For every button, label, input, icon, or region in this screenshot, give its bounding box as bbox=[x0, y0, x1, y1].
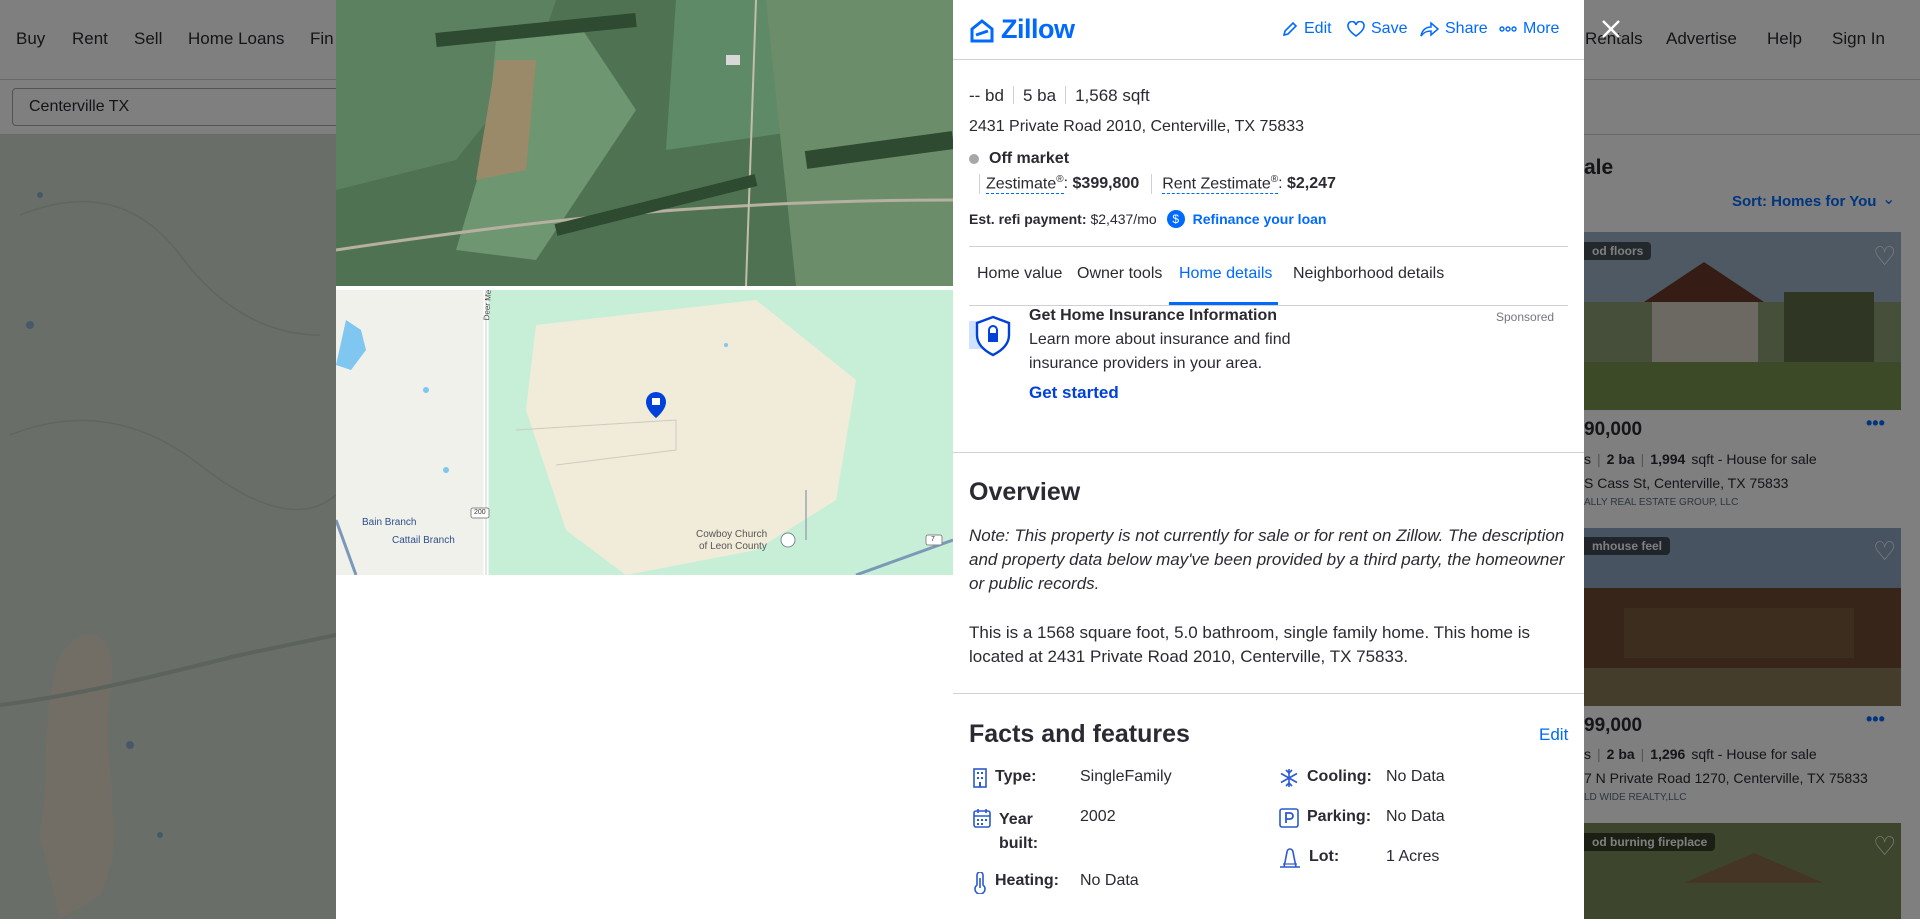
fact-year-built: Year built: bbox=[973, 808, 1038, 856]
section-divider bbox=[953, 452, 1584, 453]
satellite-photo[interactable] bbox=[336, 0, 953, 286]
fact-parking: Parking: bbox=[1279, 808, 1371, 828]
heart-icon bbox=[1347, 21, 1365, 37]
tab-home-value[interactable]: Home value bbox=[977, 265, 1062, 283]
edit-button[interactable]: Edit bbox=[1282, 20, 1332, 38]
close-button[interactable] bbox=[1596, 14, 1626, 44]
fact-cooling-value: No Data bbox=[1386, 768, 1445, 785]
facts-edit-link[interactable]: Edit bbox=[1539, 725, 1568, 745]
detail-tabs: Home value Owner tools Home details Neig… bbox=[969, 246, 1568, 306]
building-icon bbox=[973, 768, 987, 788]
more-button[interactable]: More bbox=[1499, 20, 1559, 38]
fact-type-value: SingleFamily bbox=[1080, 768, 1172, 785]
overview-title: Overview bbox=[969, 478, 1081, 506]
share-button[interactable]: Share bbox=[1419, 20, 1488, 38]
section-divider bbox=[953, 693, 1584, 694]
dollar-icon: $ bbox=[1166, 210, 1185, 228]
insurance-shield-icon bbox=[969, 313, 1015, 364]
status-row: Off market bbox=[969, 150, 1069, 168]
beds-count: -- bd bbox=[969, 86, 1004, 105]
close-icon bbox=[1602, 20, 1620, 38]
refi-row: Est. refi payment: $2,437/mo $ Refinance… bbox=[969, 210, 1326, 228]
baths-count: 5 ba bbox=[1022, 86, 1057, 105]
ad-body-line2: insurance providers in your area. bbox=[1029, 355, 1263, 372]
refi-label: Est. refi payment: bbox=[969, 211, 1087, 227]
map-label-road-number: 7 bbox=[931, 536, 935, 543]
calendar-icon bbox=[973, 808, 991, 828]
location-map[interactable]: Deer Meadows Rd Bain Branch Cattail Bran… bbox=[336, 290, 953, 575]
sponsored-label: Sponsored bbox=[1496, 310, 1555, 324]
parking-icon bbox=[1279, 808, 1299, 828]
fact-heating-value: No Data bbox=[1080, 872, 1139, 889]
fact-type: Type: bbox=[973, 768, 1036, 788]
zestimate-row: Zestimate® : $399,800 Rent Zestimate® : … bbox=[979, 174, 1336, 195]
snowflake-icon bbox=[1279, 768, 1299, 788]
status-badge: Off market bbox=[989, 150, 1070, 167]
map-label-water: Bain Branch bbox=[362, 517, 417, 528]
share-icon bbox=[1419, 21, 1439, 37]
overview-description: This is a 1568 square foot, 5.0 bathroom… bbox=[969, 623, 1530, 666]
tab-owner-tools[interactable]: Owner tools bbox=[1077, 265, 1162, 283]
facts-title: Facts and features bbox=[969, 720, 1190, 748]
photo-column: Deer Meadows Rd Bain Branch Cattail Bran… bbox=[336, 0, 953, 919]
map-label-road-number: 200 bbox=[474, 509, 486, 516]
refinance-link[interactable]: Refinance your loan bbox=[1193, 211, 1327, 227]
overview-note: Note: This property is not currently for… bbox=[969, 526, 1565, 593]
thermometer-icon bbox=[973, 872, 987, 894]
rent-zestimate-label[interactable]: Rent Zestimate® bbox=[1162, 174, 1279, 195]
tab-neighborhood-details[interactable]: Neighborhood details bbox=[1293, 265, 1444, 283]
zestimate-value: $399,800 bbox=[1072, 175, 1140, 193]
fact-year-value: 2002 bbox=[1080, 808, 1116, 825]
rent-zestimate-value: $2,247 bbox=[1287, 175, 1336, 193]
zillow-logo[interactable]: Zillow bbox=[969, 14, 1075, 45]
zestimate-label[interactable]: Zestimate® bbox=[986, 174, 1064, 195]
fact-lot: Lot: bbox=[1279, 848, 1339, 868]
refi-value: $2,437/mo bbox=[1090, 211, 1157, 227]
satellite-image bbox=[336, 0, 953, 286]
ad-body-line1: Learn more about insurance and find bbox=[1029, 331, 1291, 348]
ad-title: Get Home Insurance Information bbox=[1029, 307, 1278, 324]
more-dots-icon bbox=[1499, 26, 1517, 32]
fact-heating: Heating: bbox=[973, 872, 1059, 894]
tab-home-details[interactable]: Home details bbox=[1179, 265, 1272, 283]
insurance-ad: Get Home Insurance Information Learn mor… bbox=[969, 307, 1568, 454]
get-started-link[interactable]: Get started bbox=[1029, 383, 1119, 403]
panel-header: Zillow Edit Save Share More bbox=[953, 0, 1584, 60]
home-stats: -- bd 5 ba 1,568 sqft bbox=[969, 86, 1150, 106]
location-map-graphic bbox=[336, 290, 953, 575]
map-label-water: Cattail Branch bbox=[392, 535, 455, 546]
sqft-value: 1,568 sqft bbox=[1075, 86, 1150, 105]
pencil-icon bbox=[1282, 21, 1298, 37]
fact-cooling: Cooling: bbox=[1279, 768, 1372, 788]
property-details-panel: Zillow Edit Save Share More -- bd 5 ba 1… bbox=[953, 0, 1584, 919]
zillow-logo-icon bbox=[970, 18, 994, 42]
status-dot-icon bbox=[969, 154, 979, 164]
fact-lot-value: 1 Acres bbox=[1386, 848, 1440, 865]
property-address: 2431 Private Road 2010, Centerville, TX … bbox=[969, 118, 1305, 135]
fact-parking-value: No Data bbox=[1386, 808, 1445, 825]
map-label-poi: of Leon County bbox=[699, 541, 767, 552]
lot-icon bbox=[1279, 848, 1301, 868]
active-tab-indicator bbox=[1169, 302, 1278, 305]
save-button[interactable]: Save bbox=[1347, 20, 1407, 38]
map-label-poi: Cowboy Church bbox=[696, 529, 768, 540]
